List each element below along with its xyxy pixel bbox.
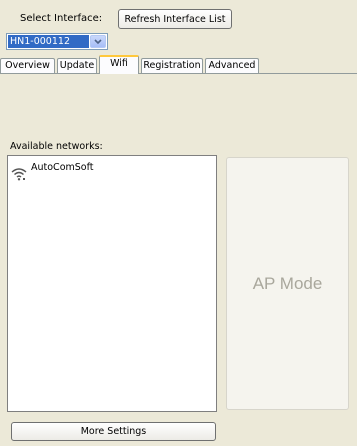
- tab-update[interactable]: Update: [57, 58, 97, 73]
- tab-advanced[interactable]: Advanced: [205, 58, 259, 73]
- interface-select-value: HN1-000112: [8, 35, 89, 48]
- wifi-icon: [11, 167, 27, 181]
- tab-bar: Overview Update Wifi Registration Advanc…: [0, 55, 357, 74]
- refresh-interface-list-button[interactable]: Refresh Interface List: [118, 9, 232, 29]
- more-settings-button[interactable]: More Settings: [11, 422, 216, 441]
- network-name: AutoComSoft: [31, 162, 94, 173]
- select-interface-label: Select Interface:: [20, 13, 103, 24]
- tab-wifi[interactable]: Wifi: [99, 55, 139, 74]
- ap-mode-button[interactable]: AP Mode: [226, 157, 349, 410]
- list-item[interactable]: AutoComSoft: [11, 162, 211, 182]
- chevron-down-icon[interactable]: [90, 35, 106, 48]
- tab-registration[interactable]: Registration: [141, 58, 203, 73]
- ap-mode-label: AP Mode: [252, 273, 323, 293]
- interface-select[interactable]: HN1-000112: [6, 33, 108, 50]
- available-networks-label: Available networks:: [10, 141, 103, 152]
- networks-list[interactable]: AutoComSoft: [7, 155, 217, 412]
- tab-overview[interactable]: Overview: [0, 58, 55, 73]
